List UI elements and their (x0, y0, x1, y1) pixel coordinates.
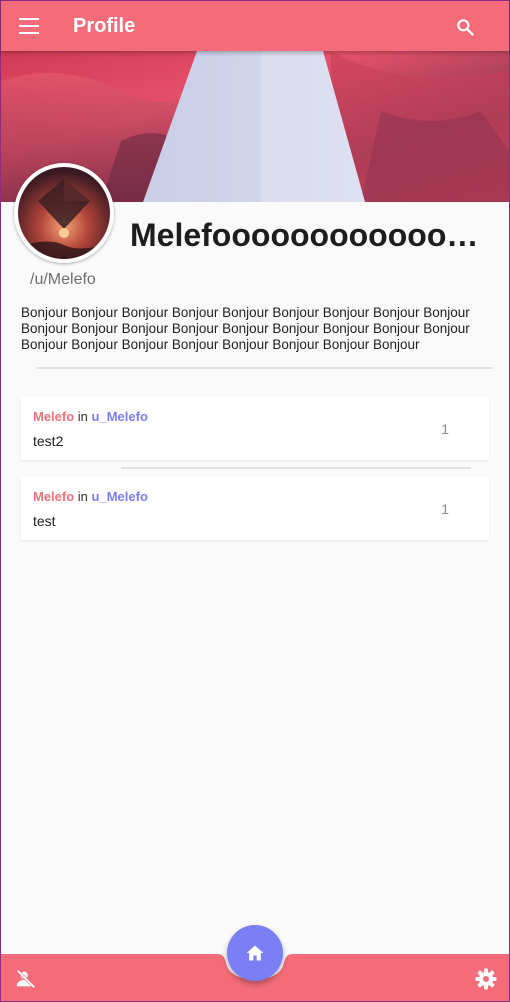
divider (37, 367, 493, 369)
post-in-label: in (77, 409, 88, 424)
settings-icon[interactable] (474, 967, 498, 991)
home-fab-button[interactable] (227, 925, 283, 981)
post-meta: Melefo in u_Melefo (33, 489, 148, 504)
divider (121, 467, 471, 469)
menu-icon[interactable] (19, 18, 39, 34)
page-title: Profile (73, 15, 136, 37)
post-meta: Melefo in u_Melefo (33, 409, 148, 424)
profile-display-name: Melefooooooooooooooooo (130, 217, 492, 253)
avatar-image (18, 167, 110, 259)
search-icon[interactable] (455, 17, 475, 37)
avatar[interactable] (14, 163, 114, 263)
post-count: 1 (441, 501, 449, 517)
home-icon (246, 945, 264, 961)
post-in-label: in (77, 489, 88, 504)
post-author-link[interactable]: Melefo (33, 409, 74, 424)
post-community-link[interactable]: u_Melefo (92, 409, 148, 424)
person-off-icon[interactable] (15, 968, 37, 990)
profile-handle: /u/Melefo (30, 271, 96, 288)
post-title: test (33, 513, 56, 529)
profile-bio: Bonjour Bonjour Bonjour Bonjour Bonjour … (21, 305, 470, 352)
post-title: test2 (33, 433, 64, 449)
post-card[interactable]: Melefo in u_Melefo test2 1 (21, 397, 489, 460)
post-card[interactable]: Melefo in u_Melefo test 1 (21, 477, 489, 540)
app-bar: Profile (1, 1, 509, 51)
post-author-link[interactable]: Melefo (33, 489, 74, 504)
post-community-link[interactable]: u_Melefo (92, 489, 148, 504)
post-count: 1 (441, 421, 449, 437)
